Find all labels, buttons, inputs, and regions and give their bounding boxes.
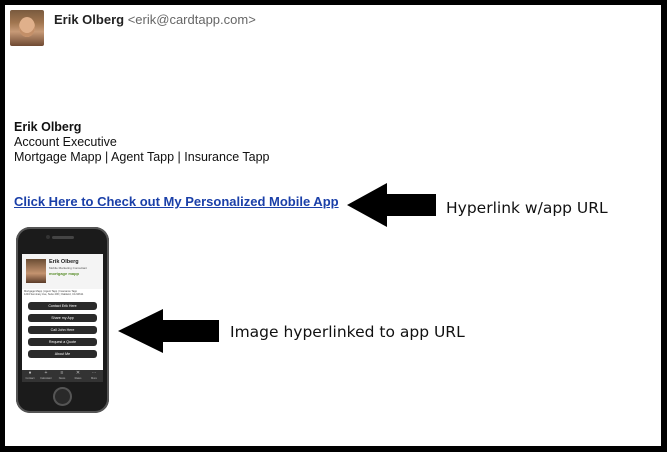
home-button [53,387,72,406]
app-info: Mortgage Mapp | Agent Tapp | Insurance T… [24,290,83,296]
signature-name: Erik Olberg [14,120,82,134]
app-button: Request a Quote [28,338,97,346]
app-button: Call John Here [28,326,97,334]
app-tab-bar: ● Contact + Calculator ≡ News ✕ Rates ⋯ More [22,370,103,382]
sender-line: Erik Olberg <erik@cardtapp.com> [54,12,256,27]
phone-app-image[interactable]: Erik Olberg Mobile Marketing Consultant … [16,227,109,413]
app-button: Share my App [28,314,97,322]
left-arrow-icon [347,183,436,227]
app-profile-photo [26,259,46,283]
app-tab: ⋯ More [91,370,97,380]
signature-title: Account Executive [14,135,117,149]
app-profile-title: Mobile Marketing Consultant [49,266,88,270]
screenshot-frame: Erik Olberg <erik@cardtapp.com> Erik Olb… [0,0,667,452]
camera-icon [46,235,50,239]
sender-name: Erik Olberg [54,12,125,27]
sender-email: <erik@cardtapp.com> [127,12,256,27]
app-tab: ● Contact [25,370,35,380]
left-arrow-icon [118,309,219,353]
hyperlink-annotation: Hyperlink w/app URL [446,199,608,217]
phone-screen: Erik Olberg Mobile Marketing Consultant … [22,254,103,382]
app-tab: ≡ News [58,370,66,380]
email-body: Erik Olberg <erik@cardtapp.com> Erik Olb… [5,5,661,446]
image-annotation: Image hyperlinked to app URL [230,323,465,341]
speaker-grille [52,236,74,239]
app-header: Erik Olberg Mobile Marketing Consultant … [22,254,103,289]
sender-avatar [10,10,44,46]
app-profile-name: Erik Olberg [49,259,79,265]
app-logo: mortgage mapp [49,271,80,276]
app-tab: + Calculator [40,370,52,380]
signature-block: Erik Olberg Account Executive Mortgage M… [14,120,270,165]
signature-products: Mortgage Mapp | Agent Tapp | Insurance T… [14,150,270,164]
app-tab: ✕ Rates [74,370,82,380]
app-info-line: 1234 Seminary Ave, Suite 400 | Oakland, … [24,293,84,297]
app-hyperlink[interactable]: Click Here to Check out My Personalized … [14,194,339,209]
app-button: About Me [28,350,97,358]
app-button: Contact Erik Here [28,302,97,310]
